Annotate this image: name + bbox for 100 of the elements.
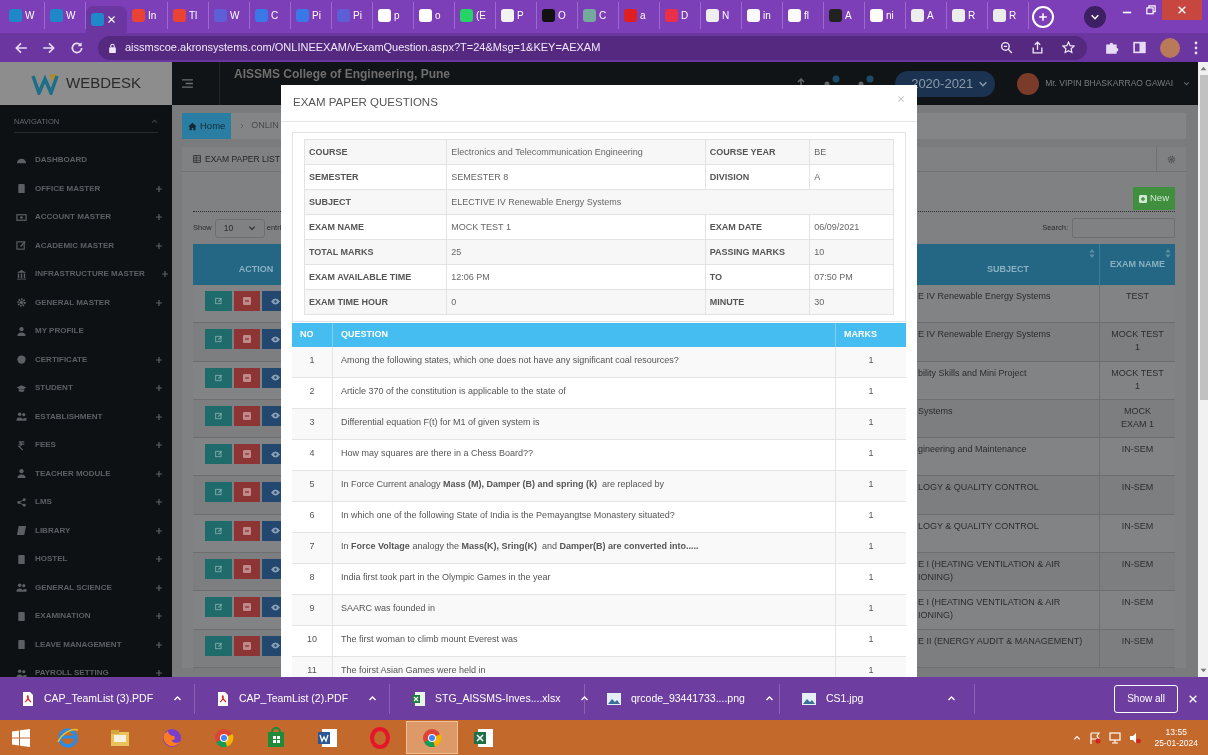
browser-tab[interactable]: In bbox=[127, 2, 168, 29]
breadcrumb-current: ONLIN bbox=[251, 119, 279, 133]
table-cell: 2 bbox=[292, 378, 333, 409]
browser-tab[interactable]: Tl bbox=[168, 2, 209, 29]
browser-tab[interactable]: R bbox=[988, 2, 1029, 29]
puzzle-icon[interactable] bbox=[1105, 40, 1119, 55]
browser-tab[interactable]: A bbox=[824, 2, 865, 29]
reload-icon[interactable] bbox=[70, 40, 84, 55]
edit-button[interactable] bbox=[205, 329, 232, 350]
chevron-up-icon[interactable] bbox=[151, 118, 158, 125]
close-button[interactable] bbox=[1162, 0, 1202, 20]
browser-tab[interactable]: a bbox=[619, 2, 660, 29]
browser-tab[interactable]: o bbox=[414, 2, 455, 29]
browser-tab[interactable]: N bbox=[701, 2, 742, 29]
browser-tab[interactable]: O bbox=[537, 2, 578, 29]
ring-icon bbox=[368, 725, 392, 750]
minus-icon bbox=[243, 373, 251, 382]
plus-icon bbox=[155, 241, 163, 250]
browser-tab[interactable]: p bbox=[373, 2, 414, 29]
flag-icon[interactable] bbox=[1088, 731, 1101, 744]
table-cell: In which one of the following State of India is the Pemayangtse Monastery situated? bbox=[333, 502, 836, 533]
browser-tab[interactable]: (E bbox=[455, 2, 496, 29]
edit-button[interactable] bbox=[205, 559, 232, 580]
edit-button[interactable] bbox=[205, 597, 232, 618]
back-icon[interactable] bbox=[14, 40, 28, 55]
detail-value: SEMESTER 8 bbox=[451, 172, 509, 182]
show-all-button[interactable]: Show all bbox=[1114, 684, 1178, 713]
circle-icon bbox=[16, 354, 27, 366]
browser-tab[interactable]: Pi bbox=[291, 2, 332, 29]
browser-tab[interactable]: W bbox=[4, 2, 45, 29]
browser-tab[interactable]: in bbox=[742, 2, 783, 29]
plus-icon bbox=[155, 469, 163, 478]
page-size-select[interactable]: 10 bbox=[214, 218, 265, 238]
minus-icon bbox=[243, 411, 251, 420]
tab-search-button[interactable] bbox=[1084, 5, 1106, 28]
profile-avatar[interactable] bbox=[1160, 37, 1180, 58]
browser-tab[interactable]: P bbox=[496, 2, 537, 29]
browser-tab[interactable]: Pi bbox=[332, 2, 373, 29]
menu-icon[interactable] bbox=[182, 79, 193, 88]
pdf-file-icon bbox=[22, 691, 34, 706]
scrollbar[interactable] bbox=[1198, 62, 1208, 677]
download-item[interactable]: qrcode_93441733....png bbox=[585, 683, 780, 714]
gear-icon bbox=[16, 297, 27, 309]
menu-icon[interactable] bbox=[1194, 40, 1198, 55]
home-link[interactable]: Home bbox=[182, 113, 232, 139]
browser-tab[interactable]: W bbox=[209, 2, 250, 29]
detail-value: 0 bbox=[451, 297, 457, 307]
detail-value: A bbox=[814, 172, 821, 182]
browser-tab[interactable]: fl bbox=[783, 2, 824, 29]
detail-value: Electronics and Telecommunication Engineering bbox=[451, 147, 643, 157]
user-icon bbox=[16, 325, 27, 337]
download-item[interactable]: CS1.jpg bbox=[780, 683, 975, 714]
browser-tab[interactable]: A bbox=[906, 2, 947, 29]
clock[interactable]: 13:55 25-01-2024 bbox=[1154, 726, 1198, 749]
avatar[interactable] bbox=[1017, 72, 1040, 95]
detail-value: 10 bbox=[814, 247, 825, 257]
table-cell: E IV Renewable Energy Systems bbox=[917, 323, 1100, 362]
browser-tab[interactable]: C bbox=[250, 2, 291, 29]
edit-button[interactable] bbox=[205, 291, 232, 311]
edit-button[interactable] bbox=[205, 520, 232, 541]
forward-icon[interactable] bbox=[42, 40, 56, 55]
browser-tab[interactable]: D bbox=[660, 2, 701, 29]
detail-value: 12:06 PM bbox=[451, 272, 490, 282]
pdf-file-icon bbox=[217, 691, 229, 706]
eye-icon bbox=[270, 297, 280, 305]
edit-button[interactable] bbox=[205, 444, 232, 465]
year-select[interactable]: 2020-2021 bbox=[895, 70, 996, 97]
detail-label: MINUTE bbox=[709, 297, 745, 307]
download-item[interactable]: CAP_TeamList (3).PDF bbox=[0, 683, 195, 714]
browser-tab[interactable] bbox=[86, 6, 127, 33]
edit-icon bbox=[214, 603, 223, 612]
chevron-up-icon[interactable] bbox=[1072, 733, 1081, 742]
users-icon bbox=[16, 667, 27, 677]
settings-icon[interactable] bbox=[1167, 154, 1176, 164]
browser-tab[interactable]: R bbox=[947, 2, 988, 29]
edit-icon bbox=[214, 641, 223, 650]
new-tab-button[interactable] bbox=[1032, 5, 1054, 28]
browser-tab[interactable]: C bbox=[578, 2, 619, 29]
sidebar-panel-icon[interactable] bbox=[1133, 41, 1146, 54]
table-cell: E I (HEATING VENTILATION & AIR IONING) bbox=[917, 591, 1100, 630]
edit-button[interactable] bbox=[205, 482, 232, 503]
edit-button[interactable] bbox=[205, 635, 232, 656]
edit-button[interactable] bbox=[205, 405, 232, 426]
browser-tab[interactable]: W bbox=[45, 2, 86, 29]
browser-tab[interactable]: ni bbox=[865, 2, 906, 29]
network-icon[interactable] bbox=[1108, 731, 1121, 744]
image-file-icon bbox=[802, 692, 816, 705]
user-icon bbox=[16, 468, 27, 480]
volume-icon[interactable] bbox=[1128, 731, 1141, 744]
edit-button[interactable] bbox=[205, 367, 232, 388]
eye-icon bbox=[270, 374, 280, 382]
download-item[interactable]: CAP_TeamList (2).PDF bbox=[195, 683, 390, 714]
user-name[interactable]: Mr. VIPIN BHASKARRAO GAWAI bbox=[1045, 77, 1173, 90]
logo-icon bbox=[31, 72, 61, 95]
table-cell: In Force Voltage analogy the Mass(K), Sring(K) and Damper(B) are converted into..... bbox=[333, 533, 836, 564]
plus-icon bbox=[160, 270, 169, 279]
document-icon bbox=[16, 183, 27, 195]
table-cell: 6 bbox=[292, 502, 333, 533]
download-item[interactable]: STG_AISSMS-Inves....xlsx bbox=[390, 683, 585, 714]
address-field[interactable]: aissmscoe.akronsystems.com/ONLINEEXAM/vExamQuestion.aspx?T=24&Msg=1&KEY=AEXAM bbox=[98, 35, 1087, 60]
